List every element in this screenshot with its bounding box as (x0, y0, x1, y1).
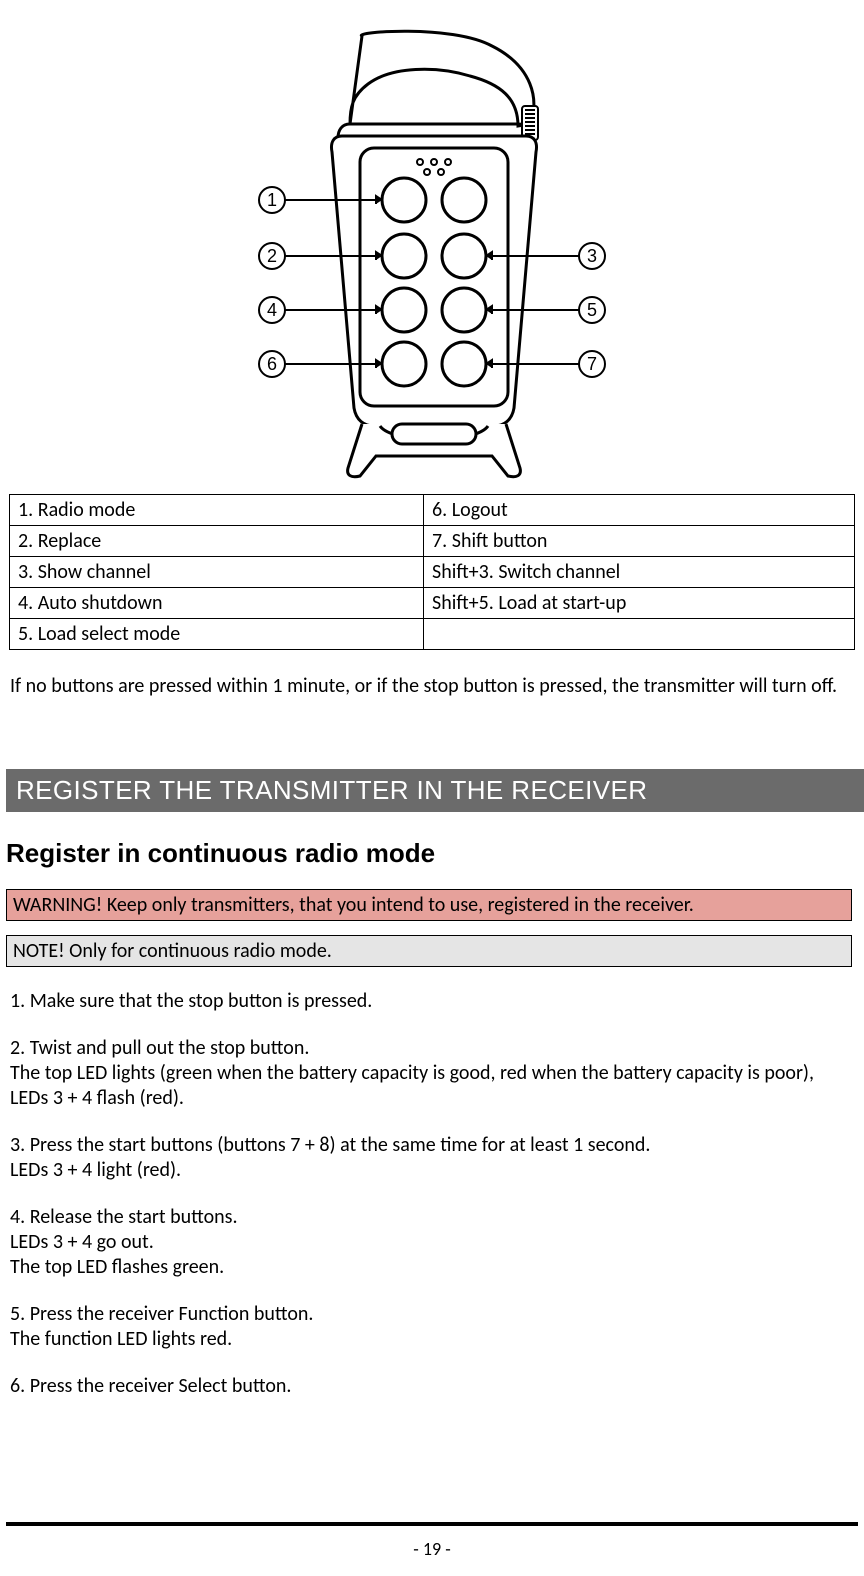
transmitter-diagram: 1 2 4 6 3 (6, 0, 858, 480)
table-row: 4. Auto shutdown Shift+5. Load at start-… (10, 588, 855, 619)
steps-list: 1. Make sure that the stop button is pre… (6, 989, 858, 1399)
table-cell: Shift+5. Load at start-up (424, 588, 855, 619)
subheading: Register in continuous radio mode (6, 838, 854, 869)
callout-1-label: 1 (267, 190, 277, 210)
step-item: 6. Press the receiver Select button. (10, 1374, 854, 1399)
table-cell: 1. Radio mode (10, 495, 424, 526)
page: 1 2 4 6 3 (0, 0, 864, 1576)
warning-box: WARNING! Keep only transmitters, that yo… (6, 889, 852, 921)
table-cell (424, 619, 855, 650)
step-item: 5. Press the receiver Function button.Th… (10, 1302, 854, 1352)
step-item: 4. Release the start buttons.LEDs 3 + 4 … (10, 1205, 854, 1280)
table-row: 1. Radio mode 6. Logout (10, 495, 855, 526)
footer-rule (6, 1522, 858, 1526)
table-row: 3. Show channel Shift+3. Switch channel (10, 557, 855, 588)
table-row: 5. Load select mode (10, 619, 855, 650)
table-cell: 5. Load select mode (10, 619, 424, 650)
page-number: - 19 - (0, 1538, 864, 1560)
section-heading: REGISTER THE TRANSMITTER IN THE RECEIVER (6, 769, 864, 812)
table-cell: 2. Replace (10, 526, 424, 557)
table-cell: 3. Show channel (10, 557, 424, 588)
transmitter-svg: 1 2 4 6 3 (242, 28, 622, 480)
table-cell: 6. Logout (424, 495, 855, 526)
callout-2-label: 2 (267, 246, 277, 266)
callout-3-label: 3 (587, 246, 597, 266)
step-item: 2. Twist and pull out the stop button.Th… (10, 1036, 854, 1111)
callout-4-label: 4 (267, 300, 277, 320)
table-cell: Shift+3. Switch channel (424, 557, 855, 588)
button-legend-table: 1. Radio mode 6. Logout 2. Replace 7. Sh… (9, 494, 855, 650)
paragraph-after-table: If no buttons are pressed within 1 minut… (10, 674, 854, 699)
table-row: 2. Replace 7. Shift button (10, 526, 855, 557)
step-item: 1. Make sure that the stop button is pre… (10, 989, 854, 1014)
note-box: NOTE! Only for continuous radio mode. (6, 935, 852, 967)
table-cell: 7. Shift button (424, 526, 855, 557)
callout-6-label: 6 (267, 354, 277, 374)
callout-5-label: 5 (587, 300, 597, 320)
callout-7-label: 7 (587, 354, 597, 374)
table-cell: 4. Auto shutdown (10, 588, 424, 619)
step-item: 3. Press the start buttons (buttons 7 + … (10, 1133, 854, 1183)
